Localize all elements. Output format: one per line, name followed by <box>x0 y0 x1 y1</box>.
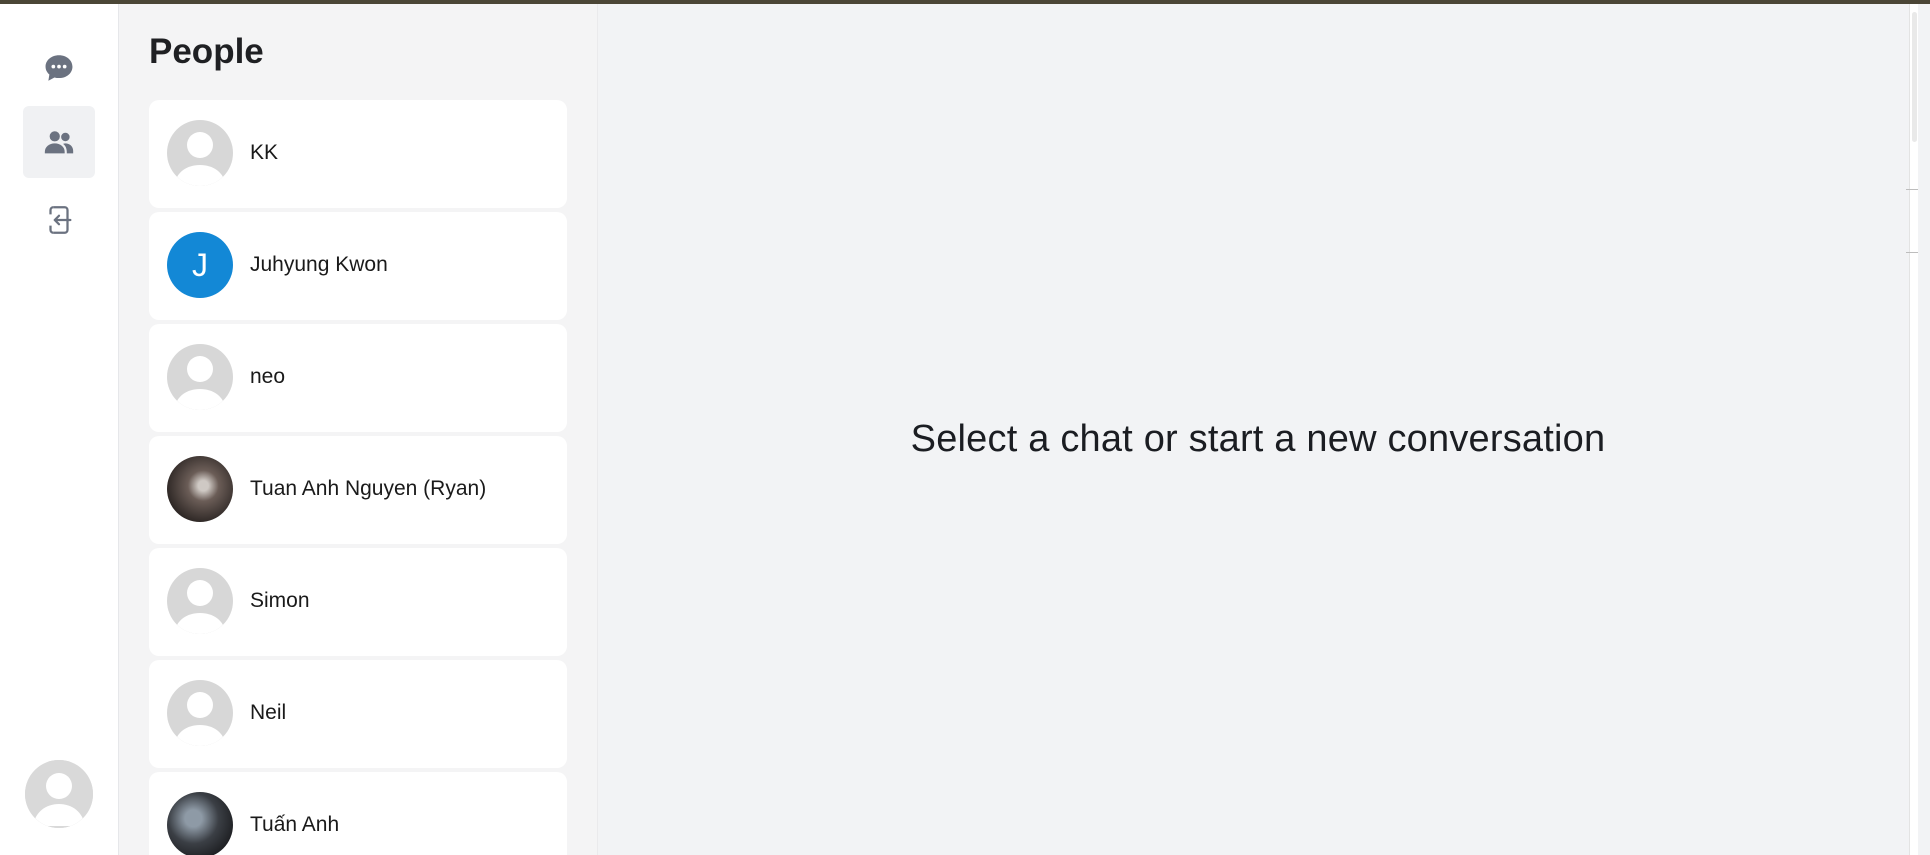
logout-icon <box>49 206 72 234</box>
avatar: J <box>167 232 233 298</box>
people-icon <box>44 131 74 154</box>
contact-row[interactable]: KK <box>149 100 567 208</box>
contact-row[interactable]: Neil <box>149 660 567 768</box>
nav-people-button[interactable] <box>23 106 95 178</box>
contact-name: neo <box>250 365 286 388</box>
contact-row[interactable]: Simon <box>149 548 567 656</box>
conversation-area: Select a chat or start a new conversatio… <box>598 4 1918 855</box>
people-panel: People KK J Juhyung Kwon neo Tuan Anh Ng… <box>119 4 598 855</box>
avatar-photo <box>167 456 233 522</box>
contact-row[interactable]: neo <box>149 324 567 432</box>
contact-name: Juhyung Kwon <box>250 253 388 276</box>
avatar <box>167 568 233 634</box>
nav-logout-button[interactable] <box>23 184 95 256</box>
avatar <box>167 120 233 186</box>
avatar-photo <box>167 792 233 855</box>
avatar-placeholder-icon <box>174 692 226 746</box>
contact-name: Tuan Anh Nguyen (Ryan) <box>250 477 487 500</box>
page-title: People <box>149 32 264 71</box>
divider <box>1906 189 1918 190</box>
nav-chats-button[interactable] <box>23 32 95 104</box>
avatar-placeholder-icon <box>174 132 226 186</box>
avatar <box>167 344 233 410</box>
contact-row[interactable]: Tuấn Anh <box>149 772 567 855</box>
contact-name: KK <box>250 141 279 164</box>
contact-row[interactable]: J Juhyung Kwon <box>149 212 567 320</box>
contact-name: Tuấn Anh <box>250 813 340 836</box>
empty-state-message: Select a chat or start a new conversatio… <box>910 418 1606 460</box>
scrollbar[interactable] <box>1909 4 1918 855</box>
nav-rail <box>0 4 119 855</box>
avatar-placeholder-icon <box>25 760 93 828</box>
chat-bubble-icon <box>45 55 73 81</box>
current-user-avatar[interactable] <box>25 760 93 828</box>
scrollbar-thumb[interactable] <box>1912 12 1917 142</box>
contact-name: Neil <box>250 701 287 724</box>
contact-name: Simon <box>250 589 310 612</box>
avatar-placeholder-icon <box>174 356 226 410</box>
divider <box>1906 252 1918 253</box>
contact-row[interactable]: Tuan Anh Nguyen (Ryan) <box>149 436 567 544</box>
avatar <box>167 680 233 746</box>
avatar-placeholder-icon <box>174 580 226 634</box>
